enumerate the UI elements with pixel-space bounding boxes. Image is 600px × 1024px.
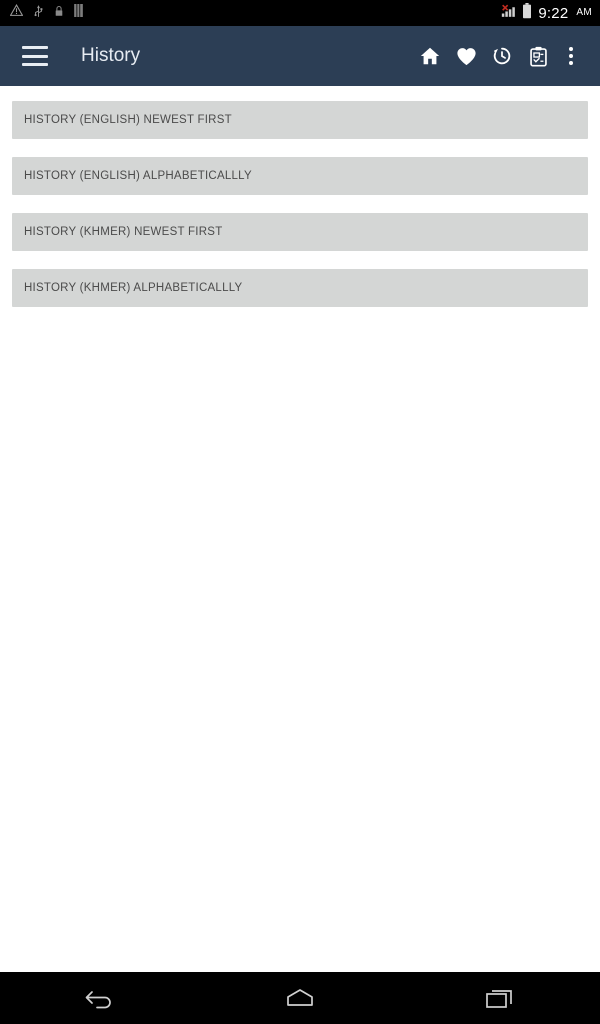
status-bar-left-icons xyxy=(9,4,501,23)
android-navigation-bar xyxy=(0,972,600,1024)
history-english-newest-button[interactable]: HISTORY (ENGLISH) NEWEST FIRST xyxy=(12,101,588,139)
action-bar: History xyxy=(0,26,600,86)
overflow-menu-icon[interactable] xyxy=(556,32,586,80)
favorites-button[interactable] xyxy=(448,32,484,80)
back-icon xyxy=(83,987,117,1009)
history-khmer-alphabetical-label: HISTORY (KHMER) ALPHABETICALLLY xyxy=(24,282,243,294)
quiz-button[interactable] xyxy=(520,32,556,80)
usb-icon xyxy=(33,4,44,23)
nav-home-button[interactable] xyxy=(200,972,400,1024)
home-icon xyxy=(419,45,441,67)
sim-bars-icon xyxy=(74,4,83,22)
battery-icon xyxy=(522,2,532,24)
signal-no-service-icon xyxy=(501,4,516,23)
history-english-alphabetical-button[interactable]: HISTORY (ENGLISH) ALPHABETICALLLY xyxy=(12,157,588,195)
history-clock-icon xyxy=(491,45,513,67)
recents-icon xyxy=(485,986,515,1010)
lock-icon xyxy=(54,4,64,22)
home-icon xyxy=(283,986,317,1010)
page-title: History xyxy=(81,45,141,66)
history-list: HISTORY (ENGLISH) NEWEST FIRST HISTORY (… xyxy=(0,86,600,992)
history-khmer-newest-label: HISTORY (KHMER) NEWEST FIRST xyxy=(24,226,223,238)
home-button[interactable] xyxy=(412,32,448,80)
status-bar-meridiem: AM xyxy=(576,7,592,18)
warning-icon xyxy=(9,4,24,22)
history-khmer-newest-button[interactable]: HISTORY (KHMER) NEWEST FIRST xyxy=(12,213,588,251)
history-english-newest-label: HISTORY (ENGLISH) NEWEST FIRST xyxy=(24,114,232,126)
history-english-alphabetical-label: HISTORY (ENGLISH) ALPHABETICALLLY xyxy=(24,170,252,182)
history-button[interactable] xyxy=(484,32,520,80)
nav-recents-button[interactable] xyxy=(400,972,600,1024)
action-bar-actions xyxy=(412,32,586,80)
status-bar-clock: 9:22 xyxy=(538,4,569,22)
favorites-heart-icon xyxy=(455,45,478,68)
quiz-clipboard-icon xyxy=(528,46,549,67)
history-khmer-alphabetical-button[interactable]: HISTORY (KHMER) ALPHABETICALLLY xyxy=(12,269,588,307)
nav-back-button[interactable] xyxy=(0,972,200,1024)
status-bar-right-icons: 9:22 AM xyxy=(501,2,592,24)
status-bar: 9:22 AM xyxy=(0,0,600,26)
hamburger-menu-icon[interactable] xyxy=(22,46,48,66)
